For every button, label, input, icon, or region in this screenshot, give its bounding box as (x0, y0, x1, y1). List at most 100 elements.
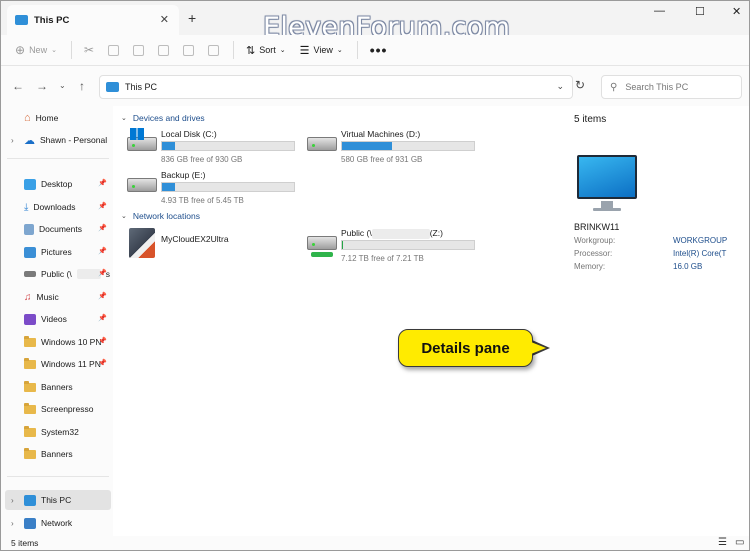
folder-icon (24, 357, 36, 369)
drive-usage-fill (162, 142, 176, 150)
nav-item-label: Music (36, 292, 59, 302)
music-icon: ♫ (24, 291, 32, 303)
rename-button[interactable] (158, 44, 170, 56)
network-drive-icon (24, 271, 36, 277)
nav-item-home[interactable]: ⌂ Home (5, 108, 111, 128)
minimize-button[interactable]: — (654, 5, 665, 17)
nav-item-label: Windows 10 PN (41, 337, 102, 347)
details-pane-callout: Details pane (398, 329, 533, 367)
nav-item-onedrive[interactable]: › ☁ Shawn - Personal (5, 130, 111, 150)
group-header-network[interactable]: ⌄ Network locations (121, 211, 200, 221)
network-location-name: MyCloudEX2Ultra (161, 234, 229, 244)
nav-item-label: Banners (41, 382, 73, 392)
nav-item-downloads[interactable]: ⤓ Downloads 📌 (5, 197, 111, 217)
network-location-item[interactable]: MyCloudEX2Ultra (125, 228, 305, 268)
nav-item-music[interactable]: ♫ Music 📌 (5, 287, 111, 307)
document-icon (24, 223, 34, 235)
tiles-view-icon[interactable]: ▭ (735, 537, 744, 548)
property-label: Processor: (574, 249, 613, 258)
drive-item[interactable]: Local Disk (C:) 836 GB free of 930 GB (125, 128, 305, 169)
address-bar[interactable]: This PC ⌄ (99, 75, 573, 99)
search-input[interactable]: ⚲ Search This PC (601, 75, 742, 99)
drive-usage-fill (162, 183, 176, 191)
delete-button[interactable] (208, 44, 220, 56)
nav-item-folder[interactable]: Windows 10 PN 📌 (5, 332, 111, 352)
chevron-right-icon[interactable]: › (11, 496, 19, 505)
plus-icon: ⊕ (15, 43, 26, 57)
copy-icon (108, 44, 120, 56)
home-icon: ⌂ (24, 112, 31, 124)
property-label: Memory: (574, 262, 606, 271)
chevron-right-icon[interactable]: › (11, 519, 19, 528)
drive-free-space: 836 GB free of 930 GB (161, 155, 243, 164)
drive-free-space: 7.12 TB free of 7.21 TB (341, 254, 424, 263)
nav-item-label: Desktop (41, 179, 73, 189)
nav-item-folder[interactable]: Banners (5, 377, 111, 397)
file-explorer-window: This PC ✕ + ElevenForum.com — ☐ ✕ ⊕ New … (0, 0, 750, 551)
new-tab-button[interactable]: + (188, 10, 196, 26)
pin-icon: 📌 (98, 270, 107, 277)
nav-item-public[interactable]: Public (\ s 📌 (5, 264, 111, 284)
drive-usage-bar (161, 141, 295, 151)
recent-chevron-icon[interactable]: ⌄ (59, 81, 66, 90)
copy-button[interactable] (108, 44, 120, 56)
details-view-icon[interactable]: ☰ (718, 537, 727, 548)
view-label: View (313, 45, 333, 55)
share-button[interactable] (183, 44, 195, 56)
toolbar-divider (233, 41, 235, 59)
chevron-down-icon[interactable]: ⌄ (556, 81, 564, 92)
rename-icon (158, 44, 170, 56)
nav-item-label: Documents (39, 224, 82, 234)
nav-item-folder[interactable]: System32 (5, 422, 111, 442)
monitor-icon (15, 15, 28, 25)
pin-icon: 📌 (98, 248, 107, 255)
property-value: Intel(R) Core(T (673, 249, 727, 258)
drive-name: Backup (E:) (161, 170, 206, 180)
folder-icon (24, 335, 36, 347)
pin-icon: 📌 (98, 203, 107, 210)
nav-item-this-pc[interactable]: › This PC (5, 490, 111, 510)
nav-item-label: Public (\ (41, 269, 72, 279)
hard-drive-icon (127, 178, 157, 192)
nav-item-folder[interactable]: Windows 11 PN 📌 (5, 354, 111, 374)
nav-item-label: Network (41, 518, 73, 528)
maximize-button[interactable]: ☐ (695, 5, 705, 18)
forward-arrow-icon[interactable]: → (36, 79, 48, 93)
nav-item-label: Banners (41, 449, 73, 459)
group-header-label: Devices and drives (132, 113, 205, 123)
network-drive-item[interactable]: Public (\ (Z:) 7.12 TB free of 7.21 TB (305, 228, 485, 268)
refresh-icon[interactable]: ↻ (575, 78, 585, 92)
tab-close-icon[interactable]: ✕ (160, 13, 169, 26)
command-bar: ⊕ New ⌄ ✂ ⇅ Sort ⌄ ☰ View ⌄ ••• (1, 35, 749, 66)
monitor-icon (24, 494, 36, 506)
drive-name: Local Disk (C:) (161, 129, 217, 139)
share-icon (183, 44, 195, 56)
nav-item-desktop[interactable]: Desktop 📌 (5, 174, 111, 194)
sort-button[interactable]: ⇅ Sort ⌄ (246, 44, 286, 57)
view-button[interactable]: ☰ View ⌄ (300, 44, 343, 57)
back-arrow-icon[interactable]: ← (12, 79, 24, 93)
chevron-right-icon[interactable]: › (11, 136, 19, 145)
nav-item-pictures[interactable]: Pictures 📌 (5, 242, 111, 262)
drive-item[interactable]: Backup (E:) 4.93 TB free of 5.45 TB (125, 170, 305, 210)
new-button[interactable]: ⊕ New ⌄ (15, 43, 57, 57)
nav-item-videos[interactable]: Videos 📌 (5, 309, 111, 329)
nav-item-network[interactable]: › Network (5, 513, 111, 533)
network-cable-icon (311, 252, 333, 257)
close-window-button[interactable]: ✕ (732, 5, 741, 18)
nav-item-folder[interactable]: Banners (5, 444, 111, 464)
nav-item-documents[interactable]: Documents 📌 (5, 219, 111, 239)
monitor-icon (106, 82, 119, 92)
drive-item[interactable]: Virtual Machines (D:) 580 GB free of 931… (305, 129, 485, 169)
paste-button[interactable] (133, 44, 145, 56)
nav-item-label: Shawn - Personal (40, 135, 108, 145)
nav-item-folder[interactable]: Screenpresso (5, 399, 111, 419)
group-header-devices[interactable]: ⌄ Devices and drives (121, 113, 205, 123)
drive-usage-fill (342, 142, 393, 150)
tab-this-pc[interactable]: This PC ✕ (7, 5, 179, 35)
drive-name: Virtual Machines (D:) (341, 129, 421, 139)
up-arrow-icon[interactable]: ↑ (79, 79, 85, 93)
sort-icon: ⇅ (246, 44, 256, 57)
cut-button[interactable]: ✂ (84, 43, 94, 57)
more-options-button[interactable]: ••• (370, 42, 388, 58)
